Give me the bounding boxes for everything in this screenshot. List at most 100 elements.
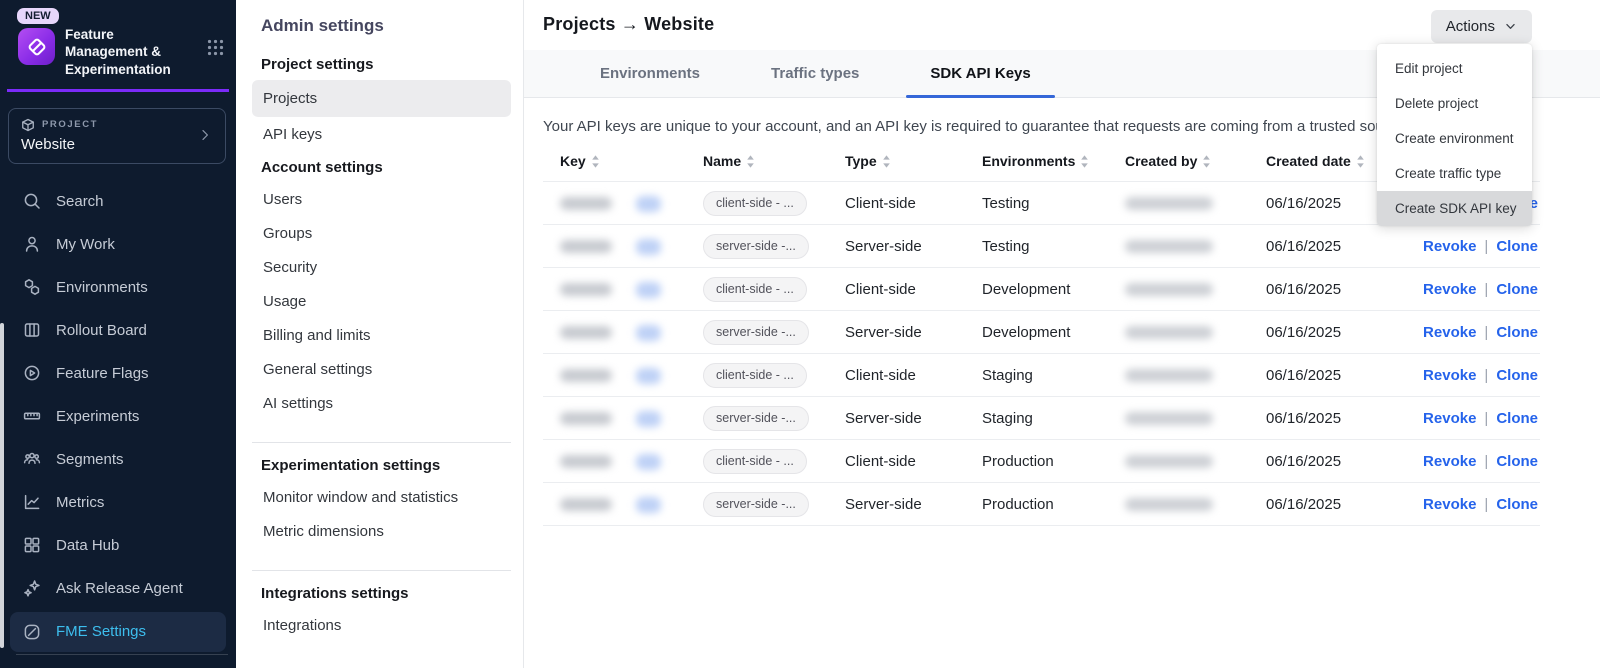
name-cell: server-side -... bbox=[703, 225, 845, 268]
revoke-link[interactable]: Revoke bbox=[1423, 281, 1476, 298]
breadcrumb: Projects → Website bbox=[543, 10, 714, 35]
key-name-badge: client-side - ... bbox=[703, 191, 807, 216]
redacted-copy-link[interactable] bbox=[636, 325, 661, 341]
actions-cell: Revoke|Clone bbox=[1400, 354, 1540, 397]
clone-link[interactable]: Clone bbox=[1496, 367, 1538, 384]
sidebar-item-label: Rollout Board bbox=[56, 322, 147, 339]
sort-icon bbox=[746, 155, 755, 168]
menu-item-create-environment[interactable]: Create environment bbox=[1377, 121, 1532, 156]
redacted-key-value bbox=[560, 498, 612, 511]
product-logo[interactable] bbox=[18, 28, 55, 65]
redacted-key-value bbox=[560, 326, 612, 339]
sidebar-scrollbar-thumb[interactable] bbox=[0, 323, 4, 648]
actions-button[interactable]: Actions bbox=[1431, 10, 1532, 43]
clone-link[interactable]: Clone bbox=[1496, 496, 1538, 513]
revoke-link[interactable]: Revoke bbox=[1423, 453, 1476, 470]
panel-item-general-settings[interactable]: General settings bbox=[252, 353, 511, 386]
sidebar-item-data-hub[interactable]: Data Hub bbox=[10, 524, 226, 567]
actions-cell: Revoke | Clone bbox=[1400, 440, 1540, 483]
sidebar-item-my-work[interactable]: My Work bbox=[10, 223, 226, 266]
actions-button-label: Actions bbox=[1446, 18, 1495, 35]
app-grid-icon[interactable] bbox=[207, 39, 224, 56]
table-row: client-side - ... Client-side Production… bbox=[543, 440, 1540, 483]
actions-cell: Revoke|Clone bbox=[1400, 483, 1540, 526]
clone-link[interactable]: Clone bbox=[1496, 410, 1538, 427]
sidebar-item-label: Segments bbox=[56, 451, 124, 468]
panel-item-integrations[interactable]: Integrations bbox=[252, 609, 511, 642]
clone-link[interactable]: Clone bbox=[1496, 238, 1538, 255]
panel-divider bbox=[252, 570, 511, 571]
action-divider: | bbox=[1484, 453, 1488, 470]
key-name-badge: server-side -... bbox=[703, 492, 809, 517]
menu-item-create-traffic-type[interactable]: Create traffic type bbox=[1377, 156, 1532, 191]
column-header-key[interactable]: Key bbox=[543, 137, 703, 182]
key-cell bbox=[543, 311, 703, 354]
sidebar-item-metrics[interactable]: Metrics bbox=[10, 481, 226, 524]
panel-item-api-keys[interactable]: API keys bbox=[252, 118, 511, 151]
revoke-link[interactable]: Revoke bbox=[1423, 410, 1476, 427]
tab-traffic-types[interactable]: Traffic types bbox=[747, 50, 883, 97]
panel-item-metric-dimensions[interactable]: Metric dimensions bbox=[252, 515, 511, 548]
clone-link[interactable]: Clone bbox=[1496, 324, 1538, 341]
sidebar-item-ask-release-agent[interactable]: Ask Release Agent bbox=[10, 567, 226, 610]
section-heading-experimentation-settings: Experimentation settings bbox=[261, 457, 511, 474]
action-divider: | bbox=[1484, 281, 1488, 298]
menu-item-create-sdk-api-key[interactable]: Create SDK API key bbox=[1377, 191, 1532, 226]
column-header-environments[interactable]: Environments bbox=[982, 137, 1125, 182]
primary-sidebar: NEW Feature Management & Experimentation bbox=[0, 0, 236, 668]
sidebar-item-rollout-board[interactable]: Rollout Board bbox=[10, 309, 226, 352]
panel-item-users[interactable]: Users bbox=[252, 183, 511, 216]
redacted-copy-link[interactable] bbox=[636, 239, 661, 255]
tab-environments[interactable]: Environments bbox=[576, 50, 724, 97]
redacted-copy-link[interactable] bbox=[636, 196, 661, 212]
redacted-copy-link[interactable] bbox=[636, 411, 661, 427]
app-root: NEW Feature Management & Experimentation bbox=[0, 0, 1600, 668]
revoke-link[interactable]: Revoke bbox=[1423, 324, 1476, 341]
panel-item-security[interactable]: Security bbox=[252, 251, 511, 284]
flag-toggle-icon bbox=[22, 363, 42, 383]
column-header-name[interactable]: Name bbox=[703, 137, 845, 182]
panel-item-usage[interactable]: Usage bbox=[252, 285, 511, 318]
sidebar-item-feature-flags[interactable]: Feature Flags bbox=[10, 352, 226, 395]
revoke-link[interactable]: Revoke bbox=[1423, 496, 1476, 513]
sort-icon bbox=[591, 155, 600, 168]
action-divider: | bbox=[1484, 410, 1488, 427]
redacted-copy-link[interactable] bbox=[636, 454, 661, 470]
key-name-badge: server-side -... bbox=[703, 406, 809, 431]
actions-cell: Revoke | Clone bbox=[1400, 268, 1540, 311]
redacted-copy-link[interactable] bbox=[636, 282, 661, 298]
sidebar-item-fme-settings[interactable]: FME Settings bbox=[10, 612, 226, 652]
panel-item-groups[interactable]: Groups bbox=[252, 217, 511, 250]
sidebar-item-environments[interactable]: Environments bbox=[10, 266, 226, 309]
environment-cell: Production bbox=[982, 440, 1125, 483]
sidebar-item-search[interactable]: Search bbox=[10, 180, 226, 223]
column-header-created-by[interactable]: Created by bbox=[1125, 137, 1266, 182]
panel-item-projects[interactable]: Projects bbox=[252, 80, 511, 117]
redacted-copy-link[interactable] bbox=[636, 497, 661, 513]
created-date-cell: 06/16/2025 bbox=[1266, 483, 1400, 526]
created-date-cell: 06/16/2025 bbox=[1266, 354, 1400, 397]
panel-divider bbox=[252, 442, 511, 443]
menu-item-edit-project[interactable]: Edit project bbox=[1377, 51, 1532, 86]
menu-item-delete-project[interactable]: Delete project bbox=[1377, 86, 1532, 121]
sidebar-item-segments[interactable]: Segments bbox=[10, 438, 226, 481]
revoke-link[interactable]: Revoke bbox=[1423, 367, 1476, 384]
project-selector[interactable]: PROJECT Website bbox=[8, 108, 226, 164]
clone-link[interactable]: Clone bbox=[1496, 281, 1538, 298]
tab-sdk-api-keys[interactable]: SDK API Keys bbox=[906, 50, 1054, 97]
sidebar-item-experiments[interactable]: Experiments bbox=[10, 395, 226, 438]
panel-item-billing-and-limits[interactable]: Billing and limits bbox=[252, 319, 511, 352]
environment-cell: Staging bbox=[982, 397, 1125, 440]
column-header-type[interactable]: Type bbox=[845, 137, 982, 182]
created-by-cell bbox=[1125, 397, 1266, 440]
brand-accent-rule bbox=[7, 89, 229, 92]
revoke-link[interactable]: Revoke bbox=[1423, 238, 1476, 255]
clone-link[interactable]: Clone bbox=[1496, 453, 1538, 470]
hexagons-icon bbox=[22, 277, 42, 297]
actions-cell: Revoke|Clone bbox=[1400, 311, 1540, 354]
redacted-created-by bbox=[1125, 283, 1213, 296]
panel-item-ai-settings[interactable]: AI settings bbox=[252, 387, 511, 420]
redacted-copy-link[interactable] bbox=[636, 368, 661, 384]
panel-item-monitor-window[interactable]: Monitor window and statistics bbox=[252, 481, 511, 514]
created-by-cell bbox=[1125, 354, 1266, 397]
